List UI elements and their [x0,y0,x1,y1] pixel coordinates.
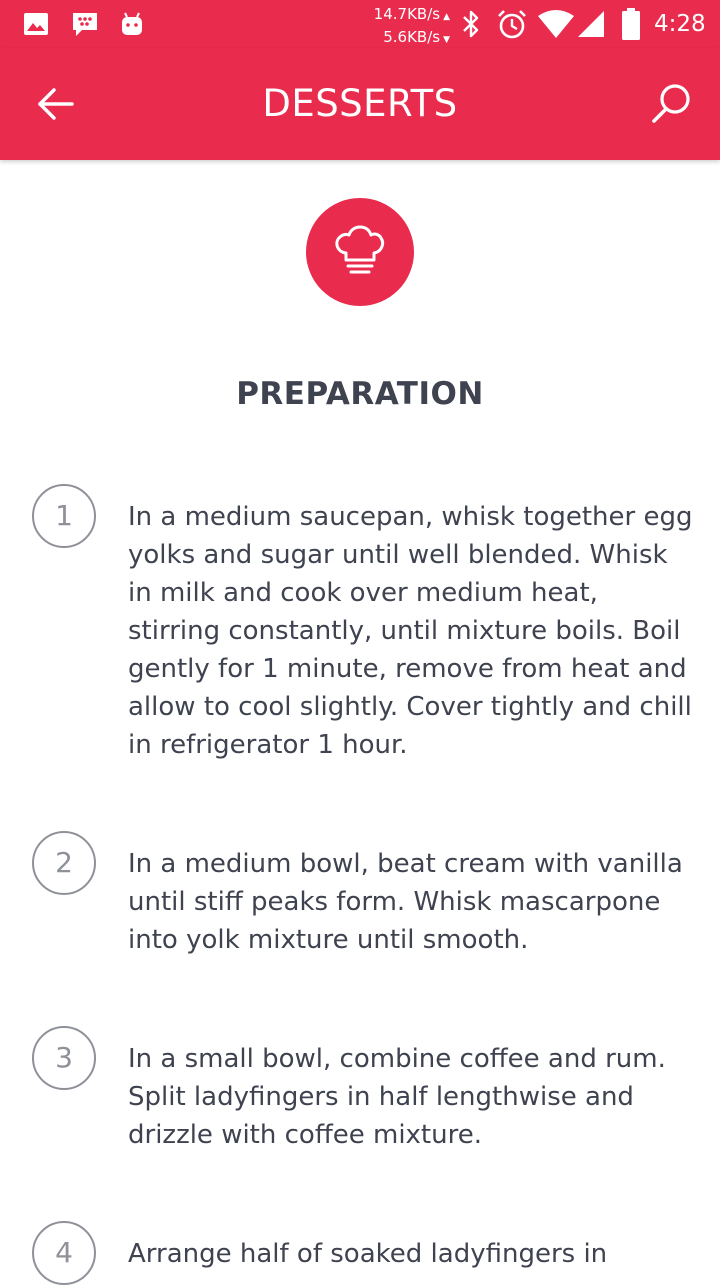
app-bar: DESSERTS [0,48,720,160]
blackberry-messenger-icon [73,13,97,36]
step-text: Arrange half of soaked ladyfingers in [128,1239,608,1269]
step-text: In a medium saucepan, whisk together egg… [128,502,693,760]
speed-up-text: 14.7KB/s [373,5,441,23]
upload-arrow-icon: ▲ [443,12,450,22]
step-text: In a medium bowl, beat cream with vanill… [128,849,683,955]
step-number: 2 [32,831,96,895]
download-arrow-icon: ▼ [443,35,450,45]
recipe-category-badge [306,198,414,306]
wifi-icon [538,10,574,38]
alarm-icon [498,10,526,39]
signal-icon [578,11,604,37]
status-bar: 14.7KB/s ▲ 5.6KB/s ▼ 4:28 [0,0,720,48]
network-speed: 14.7KB/s ▲ 5.6KB/s ▼ [360,4,450,50]
arrow-left-icon [38,88,74,120]
step-number: 4 [32,1221,96,1285]
step-number: 3 [32,1026,96,1090]
search-button[interactable] [640,76,700,132]
search-icon [652,84,690,123]
chef-hat-icon [335,225,385,274]
image-icon [24,13,48,35]
page-title: DESSERTS [262,82,458,125]
step-number: 1 [32,484,96,548]
bluetooth-icon [463,10,479,38]
back-button[interactable] [26,76,86,132]
battery-icon [622,8,640,40]
step-text: In a small bowl, combine coffee and rum.… [128,1044,666,1150]
section-title: PREPARATION [236,376,484,412]
speed-down-text: 5.6KB/s [383,28,441,46]
clock-time: 4:28 [654,11,706,37]
android-icon [122,12,142,35]
